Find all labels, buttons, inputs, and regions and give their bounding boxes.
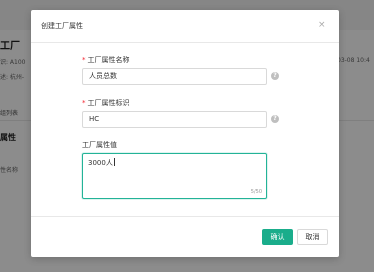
confirm-button[interactable]: 确认 (262, 229, 293, 245)
attribute-name-label: * 工厂属性名称 (82, 55, 130, 65)
attribute-value-label: 工厂属性值 (82, 141, 117, 149)
attribute-value-text: 3000人 (88, 158, 115, 168)
create-factory-attribute-dialog: 创建工厂属性 × * 工厂属性名称 人员总数 ? * 工厂属性标识 HC ? 工厂属… (31, 10, 339, 257)
dialog-footer: 确认 取消 (31, 216, 339, 257)
cancel-button[interactable]: 取消 (297, 229, 328, 245)
attribute-name-label-text: 工厂属性名称 (87, 56, 130, 64)
text-caret (113, 158, 115, 166)
dialog-title: 创建工厂属性 (41, 22, 83, 30)
character-counter: 5/50 (250, 189, 262, 195)
required-marker: * (82, 56, 86, 64)
dialog-header: 创建工厂属性 × (31, 10, 339, 43)
attribute-key-label: * 工厂属性标识 (82, 98, 130, 108)
attribute-key-label-text: 工厂属性标识 (87, 99, 130, 107)
attribute-value-content: 3000人 (88, 159, 113, 167)
attribute-key-input[interactable]: HC (82, 111, 267, 128)
attribute-name-input[interactable]: 人员总数 (82, 68, 267, 85)
help-icon[interactable]: ? (271, 115, 279, 123)
attribute-value-textarea[interactable]: 3000人 5/50 (82, 153, 267, 199)
close-icon[interactable]: × (318, 20, 326, 30)
required-marker: * (82, 99, 86, 107)
help-icon[interactable]: ? (271, 72, 279, 80)
